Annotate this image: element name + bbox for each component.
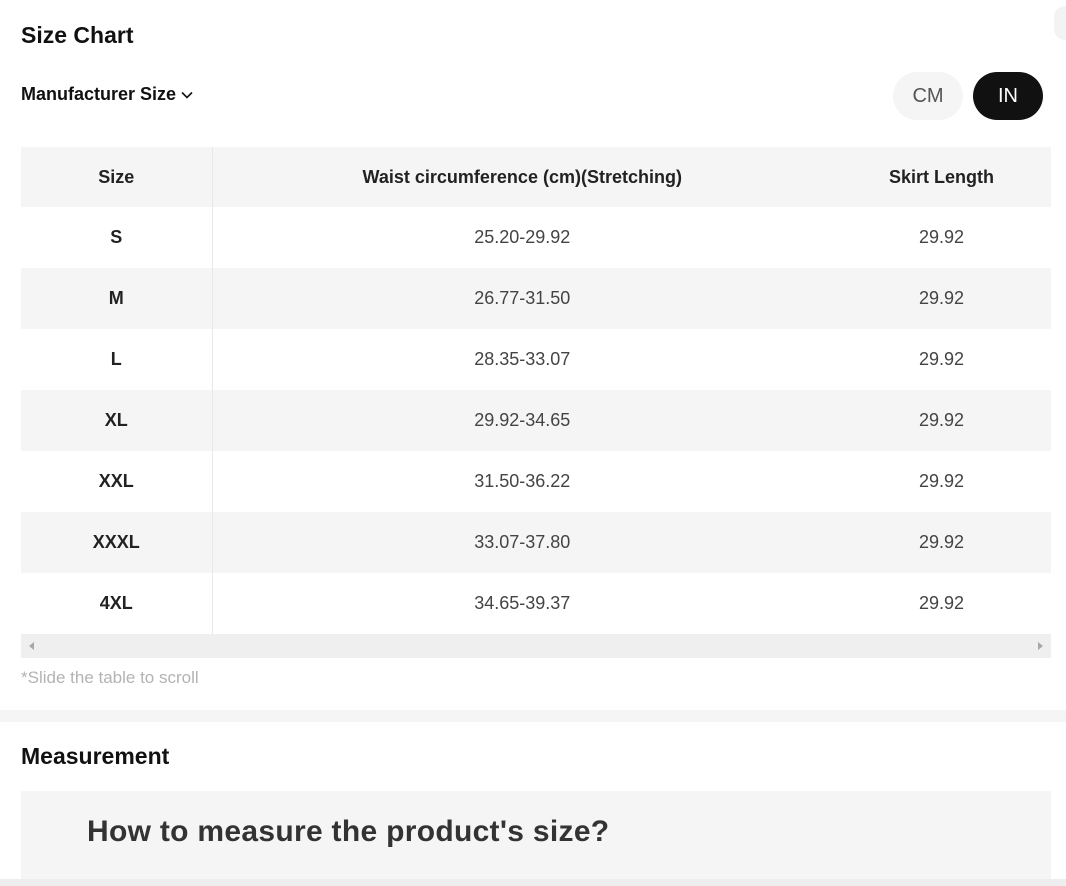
size-cell: XXL [21,451,213,512]
skirt-length-cell: 29.92 [918,471,965,491]
waist-cell: 25.20-29.92 [474,227,571,247]
unit-toggle: CM IN [893,72,1043,120]
table-row: XL 29.92-34.65 29.92 [21,390,1051,451]
skirt-length-cell: 29.92 [832,390,1051,451]
table-row: S 25.20-29.92 29.92 [21,207,1051,268]
size-cell: XL [21,390,213,451]
page-horizontal-scrollbar[interactable] [0,879,1066,886]
table-row: XXL 31.50-36.22 29.92 [21,451,1051,512]
scroll-right-icon[interactable] [1038,642,1043,650]
table-row: M 26.77-31.50 29.92 [21,268,1051,329]
table-row: L 28.35-33.07 29.92 [21,329,1051,390]
unit-in-button[interactable]: IN [973,72,1043,120]
skirt-length-cell: 29.92 [918,227,965,247]
waist-cell: 28.35-33.07 [474,349,571,369]
waist-cell: 31.50-36.22 [474,471,571,491]
column-header-size: Size [21,147,213,207]
size-type-dropdown[interactable]: Manufacturer Size [21,84,193,105]
size-chart-page: Size Chart Manufacturer Size CM IN Size … [0,0,1066,886]
size-cell: S [21,207,213,268]
waist-cell: 29.92-34.65 [212,390,832,451]
unit-cm-button[interactable]: CM [893,72,963,120]
waist-cell: 26.77-31.50 [212,268,832,329]
size-cell: L [21,329,213,390]
table-row: XXXL 33.07-37.80 29.92 [21,512,1051,573]
column-header-skirt-length: Skirt Length [832,147,1051,207]
column-header-waist: Waist circumference (cm)(Stretching) [212,147,832,207]
size-cell: M [21,268,213,329]
scroll-left-icon[interactable] [29,642,34,650]
size-cell: 4XL [21,573,213,634]
skirt-length-cell: 29.92 [832,512,1051,573]
waist-cell: 33.07-37.80 [212,512,832,573]
size-type-label: Manufacturer Size [21,84,177,104]
size-table[interactable]: Size Waist circumference (cm)(Stretching… [21,147,1051,634]
measurement-question: How to measure the product's size? [87,815,610,848]
chevron-down-icon [181,91,193,99]
page-title: Size Chart [21,22,134,48]
size-cell: XXXL [21,512,213,573]
table-row: 4XL 34.65-39.37 29.92 [21,573,1051,634]
measurement-panel: How to measure the product's size? [21,791,1051,886]
close-button[interactable] [1054,6,1066,40]
skirt-length-cell: 29.92 [918,349,965,369]
waist-cell: 34.65-39.37 [474,593,571,613]
table-horizontal-scrollbar[interactable] [21,634,1051,658]
scroll-hint: *Slide the table to scroll [21,668,199,687]
skirt-length-cell: 29.92 [918,593,965,613]
skirt-length-cell: 29.92 [832,268,1051,329]
table-header-row: Size Waist circumference (cm)(Stretching… [21,147,1051,207]
section-divider [0,710,1066,722]
measurement-title: Measurement [21,743,170,769]
